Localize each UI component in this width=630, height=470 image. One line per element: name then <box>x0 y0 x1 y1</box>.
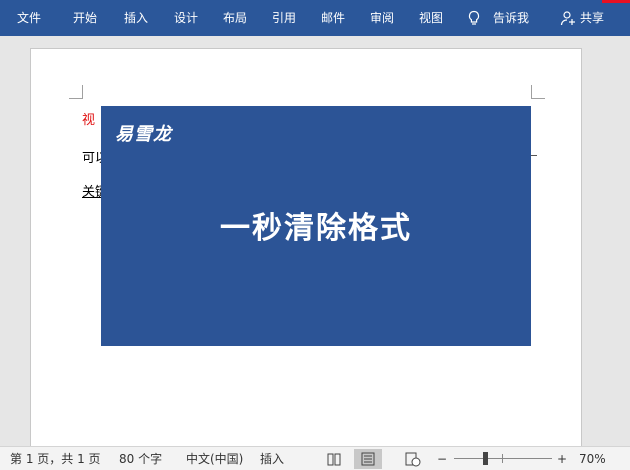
zoom-out-button[interactable]: − <box>437 447 447 470</box>
tab-design[interactable]: 设计 <box>174 0 198 36</box>
video-title-overlay: 易雪龙 一秒清除格式 <box>101 106 531 346</box>
tab-insert[interactable]: 插入 <box>124 0 148 36</box>
status-bar: 第 1 页，共 1 页 80 个字 中文(中国) 插入 − + 70% <box>0 446 630 470</box>
read-mode-button[interactable] <box>320 449 348 469</box>
lightbulb-icon <box>468 10 480 25</box>
ribbon-tab-bar: 文件 开始 插入 设计 布局 引用 邮件 审阅 视图 告诉我 共享 <box>0 0 630 36</box>
read-mode-icon <box>327 453 341 466</box>
tab-view[interactable]: 视图 <box>419 0 443 36</box>
overlay-headline: 一秒清除格式 <box>220 211 412 246</box>
person-add-icon <box>560 11 575 26</box>
text-edge-mark <box>531 155 537 156</box>
print-layout-button[interactable] <box>354 449 382 469</box>
insert-mode-indicator[interactable]: 插入 <box>260 447 284 470</box>
brand-logo: 易雪龙 <box>115 124 172 145</box>
share-button[interactable]: 共享 <box>580 0 604 36</box>
text-line-1[interactable]: 视 <box>82 109 95 128</box>
zoom-in-button[interactable]: + <box>557 447 567 470</box>
zoom-slider-center-mark <box>502 454 503 463</box>
tab-review[interactable]: 审阅 <box>370 0 394 36</box>
print-layout-icon <box>361 452 375 466</box>
language-indicator[interactable]: 中文(中国) <box>186 447 243 470</box>
page-count[interactable]: 第 1 页，共 1 页 <box>10 447 101 470</box>
zoom-slider-thumb[interactable] <box>483 452 488 465</box>
web-layout-icon <box>405 452 421 467</box>
zoom-level[interactable]: 70% <box>579 447 606 470</box>
zoom-slider-track[interactable] <box>454 458 552 459</box>
tab-home[interactable]: 开始 <box>73 0 97 36</box>
crop-mark-top-left <box>69 85 83 99</box>
tab-file[interactable]: 文件 <box>17 0 41 36</box>
tell-me-search[interactable]: 告诉我 <box>493 0 529 36</box>
web-layout-button[interactable] <box>398 449 426 469</box>
document-page[interactable]: 视 可以 关键 易雪龙 一秒清除格式 <box>30 48 582 448</box>
crop-mark-top-right <box>531 85 545 99</box>
tab-references[interactable]: 引用 <box>272 0 296 36</box>
word-count[interactable]: 80 个字 <box>119 447 162 470</box>
tab-mailings[interactable]: 邮件 <box>321 0 345 36</box>
document-canvas: 视 可以 关键 易雪龙 一秒清除格式 <box>0 36 630 448</box>
window-accent <box>602 0 630 3</box>
tab-layout[interactable]: 布局 <box>223 0 247 36</box>
